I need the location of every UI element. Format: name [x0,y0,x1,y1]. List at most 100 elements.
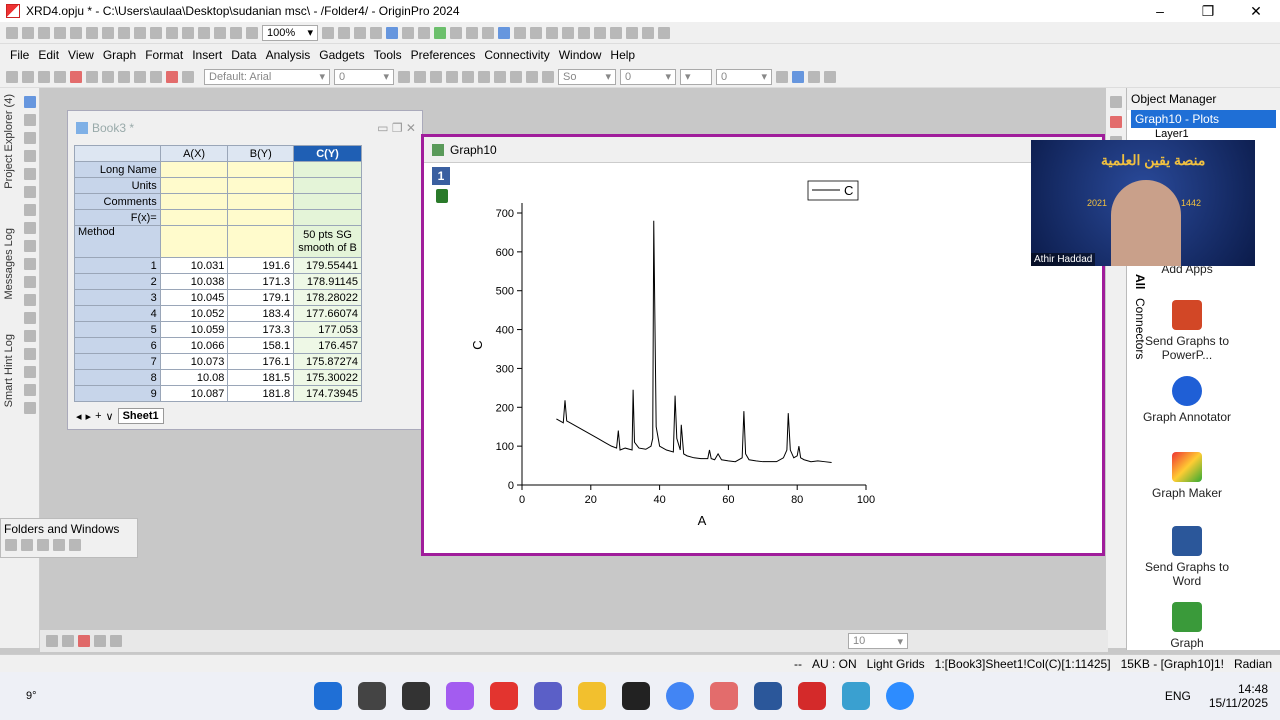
row-number[interactable]: 9 [74,385,161,402]
menu-file[interactable]: File [10,48,29,62]
cell[interactable] [159,193,229,210]
copilot-icon[interactable] [446,682,474,710]
zoom-in-icon[interactable] [23,114,36,126]
acrobat-icon[interactable] [798,682,826,710]
table-cell[interactable]: 176.1 [227,353,295,370]
cell[interactable] [293,177,362,194]
data-selector-icon[interactable] [23,186,36,198]
set-column-y-icon[interactable] [498,26,510,39]
move-left-icon[interactable] [642,26,654,39]
arrow-tool-icon[interactable] [23,276,36,288]
table-cell[interactable]: 10.059 [159,321,229,338]
app-send-graphs-powerpoint[interactable]: Send Graphs to PowerP... [1137,300,1237,362]
format-icon-9[interactable] [134,70,146,83]
new-matrix-icon[interactable] [86,26,98,39]
command-window-icon[interactable] [182,26,194,39]
bold-icon[interactable] [398,70,410,83]
row-number[interactable]: 4 [74,305,161,322]
close-button[interactable]: ✕ [1232,3,1280,20]
font-combo[interactable]: Default: Arial ▾ [204,68,330,85]
function-icon[interactable] [102,26,114,39]
column-header-b[interactable]: B(Y) [227,145,295,162]
cell[interactable] [227,161,295,178]
up-folder-icon[interactable] [37,539,49,551]
column-header-a[interactable]: A(X) [159,145,229,162]
rectangle-icon[interactable] [23,312,36,324]
row-label-method[interactable]: Method [74,225,161,258]
greek-icon[interactable] [478,70,490,83]
table-cell[interactable]: 10.045 [159,289,229,306]
font-color-icon[interactable] [510,70,522,83]
row-number[interactable]: 8 [74,369,161,386]
table-cell[interactable]: 176.457 [293,337,362,354]
chrome-icon[interactable] [666,682,694,710]
language-indicator[interactable]: ENG [1165,689,1191,703]
word-icon[interactable] [754,682,782,710]
pointer-icon[interactable] [23,96,36,108]
row-label-fx[interactable]: F(x)= [74,209,161,226]
table-cell[interactable]: 175.30022 [293,369,362,386]
table-cell[interactable]: 173.3 [227,321,295,338]
mask-icon[interactable] [23,204,36,216]
new-image-icon[interactable] [23,402,36,414]
workbook-window[interactable]: Book3 * ▭ ❐ ✕ A(X) B(Y) C(Y) Long Name U… [67,110,423,430]
format-icon-13[interactable] [792,70,804,83]
row-number[interactable]: 5 [74,321,161,338]
back-icon[interactable] [5,539,17,551]
smart-hint-log-tab[interactable]: Smart Hint Log [3,334,15,407]
format-icon-2[interactable] [22,70,34,83]
menu-graph[interactable]: Graph [103,48,136,62]
last-row-icon[interactable] [610,26,622,39]
add-text-icon[interactable] [23,384,36,396]
next-row-icon[interactable] [594,26,606,39]
app-send-graphs-word[interactable]: Send Graphs to Word [1137,526,1237,588]
menu-edit[interactable]: Edit [38,48,59,62]
table-cell[interactable]: 10.031 [159,257,229,274]
clock[interactable]: 14:48 15/11/2025 [1209,682,1268,710]
menu-preferences[interactable]: Preferences [411,48,476,62]
layer-tool-icon[interactable] [1110,96,1122,108]
table-cell[interactable]: 174.73945 [293,385,362,402]
layer-tool-icon[interactable] [1110,116,1122,128]
table-cell[interactable]: 178.91145 [293,273,362,290]
folders-title[interactable]: Folders and Windows [1,519,137,539]
menu-view[interactable]: View [68,48,94,62]
add-column-icon[interactable] [626,26,638,39]
screen-reader-icon[interactable] [23,150,36,162]
status-au[interactable]: AU : ON [812,657,857,671]
table-cell[interactable]: 10.073 [159,353,229,370]
refresh-icon[interactable] [214,26,226,39]
workbook-title-bar[interactable]: Book3 * ▭ ❐ ✕ [68,111,422,145]
refresh-folder-icon[interactable] [53,539,65,551]
pattern-combo[interactable]: ▾ [680,68,712,85]
format-icon-3[interactable] [38,70,50,83]
other-combo[interactable]: 0 ▾ [716,68,772,85]
app-graph[interactable]: Graph [1137,602,1237,650]
notes-icon[interactable] [418,26,430,39]
plot-icon[interactable] [46,635,58,647]
error-bar-icon[interactable] [530,26,542,39]
cell[interactable] [159,177,229,194]
draw-data-icon[interactable] [23,222,36,234]
plot-icon[interactable] [78,635,90,647]
minimize-button[interactable]: – [1136,3,1184,19]
apps-all-tab[interactable]: All [1133,274,1147,289]
grid-icon[interactable] [776,70,788,83]
object-tree-layer[interactable]: Layer1 [1127,128,1280,140]
cell[interactable] [293,161,362,178]
export-icon[interactable] [354,26,366,39]
cell[interactable] [293,209,362,226]
new-project-icon[interactable] [6,26,18,39]
open-icon[interactable] [22,26,34,39]
region-icon[interactable] [23,348,36,360]
table-cell[interactable]: 175.87274 [293,353,362,370]
menu-tools[interactable]: Tools [374,48,402,62]
table-cell[interactable]: 191.6 [227,257,295,274]
row-label-units[interactable]: Units [74,177,161,194]
table-cell[interactable]: 179.1 [227,289,295,306]
table-cell[interactable]: 10.087 [159,385,229,402]
sheet-tab[interactable]: Sheet1 [117,408,164,424]
format-icon-14[interactable] [808,70,820,83]
table-cell[interactable]: 177.66074 [293,305,362,322]
xrd-chart[interactable]: 0 20 40 60 80 100 0 100 200 300 400 500 600 700 A C C [430,165,930,547]
